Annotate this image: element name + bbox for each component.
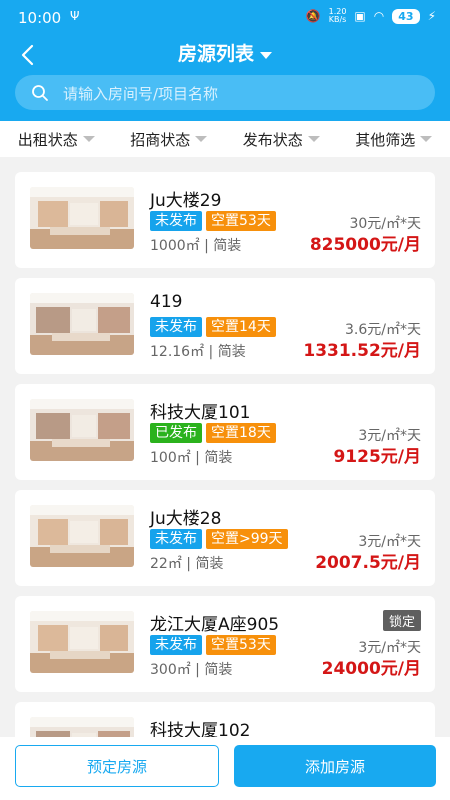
listing-name: 科技大厦102 — [150, 721, 251, 737]
nav-bar: 房源列表 — [0, 36, 450, 72]
listing-area: 1000㎡ — [150, 238, 200, 254]
status-bar: 10:00 Ψ 🔕 1.20 KB/s ▣ ◠ 43 ⚡ — [0, 0, 450, 36]
filter-bar: 出租状态 招商状态 发布状态 其他筛选 — [0, 121, 450, 157]
listing-decor: 简装 — [204, 662, 233, 678]
usb-icon: Ψ — [70, 9, 80, 23]
filter-label: 招商状态 — [130, 130, 191, 149]
listing-list: Ju大楼29 未发布 空置53天 1000㎡ | 简装 30元/㎡*天 8250… — [0, 157, 450, 737]
reserve-listing-button[interactable]: 预定房源 — [15, 745, 219, 787]
publish-status-badge: 未发布 — [150, 211, 202, 231]
listing-card[interactable]: 科技大厦102 — [15, 702, 435, 737]
page-title: 房源列表 — [177, 43, 254, 65]
add-listing-button[interactable]: 添加房源 — [234, 745, 436, 787]
listing-tags: 未发布 空置53天 — [150, 635, 276, 655]
filter-label: 其他筛选 — [355, 130, 416, 149]
mute-icon: 🔕 — [305, 9, 321, 23]
caret-down-icon — [260, 52, 272, 59]
listing-name: Ju大楼29 — [150, 191, 222, 211]
search-placeholder: 请输入房间号/项目名称 — [63, 85, 219, 103]
vacancy-badge: 空置53天 — [206, 635, 276, 655]
listing-area: 100㎡ — [150, 450, 191, 466]
monthly-rent: 1331.52元/月 — [303, 341, 421, 361]
search-input[interactable]: 请输入房间号/项目名称 — [15, 75, 435, 110]
caret-down-icon — [307, 136, 320, 142]
listing-decor: 简装 — [213, 238, 242, 254]
room-thumbnail — [30, 293, 134, 355]
bottom-action-bar: 预定房源 添加房源 — [0, 737, 450, 800]
listing-name: 419 — [150, 292, 183, 312]
listing-tags: 已发布 空置18天 — [150, 423, 276, 443]
listing-area-decor: 22㎡ | 简装 — [150, 556, 224, 572]
publish-status-badge: 未发布 — [150, 529, 202, 549]
listing-tags: 未发布 空置53天 — [150, 211, 276, 231]
caret-down-icon — [420, 136, 433, 142]
listing-card[interactable]: 科技大厦101 已发布 空置18天 100㎡ | 简装 3元/㎡*天 9125元… — [15, 384, 435, 480]
vacancy-badge: 空置14天 — [206, 317, 276, 337]
caret-down-icon — [82, 136, 95, 142]
listing-name: Ju大楼28 — [150, 509, 222, 529]
listing-area: 22㎡ — [150, 556, 182, 572]
listing-area-decor: 100㎡ | 简装 — [150, 450, 233, 466]
listing-decor: 简装 — [217, 344, 246, 360]
battery-level: 43 — [392, 8, 420, 24]
monthly-rent: 9125元/月 — [333, 447, 421, 467]
room-thumbnail — [30, 611, 134, 673]
room-thumbnail — [30, 399, 134, 461]
status-icons: 🔕 1.20 KB/s ▣ ◠ 43 ⚡ — [306, 8, 436, 24]
header-bar: 10:00 Ψ 🔕 1.20 KB/s ▣ ◠ 43 ⚡ 房源列表 请输入房间号/… — [0, 0, 450, 121]
listing-card[interactable]: Ju大楼29 未发布 空置53天 1000㎡ | 简装 30元/㎡*天 8250… — [15, 172, 435, 268]
caret-down-icon — [195, 136, 208, 142]
listing-tags: 未发布 空置14天 — [150, 317, 276, 337]
locked-badge: 锁定 — [382, 610, 421, 631]
listing-area-decor: 1000㎡ | 简装 — [150, 238, 242, 254]
publish-status-badge: 未发布 — [150, 317, 202, 337]
publish-status-badge: 已发布 — [150, 423, 202, 443]
filter-label: 发布状态 — [242, 130, 303, 149]
search-icon — [32, 85, 48, 101]
listing-area: 12.16㎡ — [150, 344, 205, 360]
monthly-rent: 2007.5元/月 — [315, 553, 421, 573]
charging-icon: ⚡ — [427, 9, 436, 23]
filter-leasing-status[interactable]: 招商状态 — [113, 121, 226, 157]
status-time: 10:00 — [18, 9, 62, 27]
publish-status-badge: 未发布 — [150, 635, 202, 655]
vacancy-badge: 空置18天 — [206, 423, 276, 443]
listing-name: 龙江大厦A座905 — [150, 615, 280, 635]
listing-decor: 简装 — [195, 556, 224, 572]
monthly-rent: 24000元/月 — [321, 659, 421, 679]
listing-name: 科技大厦101 — [150, 403, 251, 423]
room-thumbnail — [30, 505, 134, 567]
nfc-icon: ▣ — [354, 9, 366, 23]
listing-area: 300㎡ — [150, 662, 191, 678]
vacancy-badge: 空置53天 — [206, 211, 276, 231]
listing-card[interactable]: Ju大楼28 未发布 空置>99天 22㎡ | 简装 3元/㎡*天 2007.5… — [15, 490, 435, 586]
room-thumbnail — [30, 717, 134, 737]
listing-area-decor: 300㎡ | 简装 — [150, 662, 233, 678]
monthly-rent: 825000元/月 — [309, 235, 421, 255]
listing-decor: 简装 — [204, 450, 233, 466]
listing-card[interactable]: 419 未发布 空置14天 12.16㎡ | 简装 3.6元/㎡*天 1331.… — [15, 278, 435, 374]
filter-rent-status[interactable]: 出租状态 — [0, 121, 113, 157]
listing-area-decor: 12.16㎡ | 简装 — [150, 344, 246, 360]
listing-tags: 未发布 空置>99天 — [150, 529, 288, 549]
filter-label: 出租状态 — [17, 130, 78, 149]
filter-publish-status[interactable]: 发布状态 — [225, 121, 338, 157]
room-thumbnail — [30, 187, 134, 249]
data-rate: 1.20 KB/s — [328, 7, 347, 24]
title-dropdown[interactable]: 房源列表 — [0, 39, 450, 66]
listing-card[interactable]: 龙江大厦A座905 锁定 未发布 空置53天 300㎡ | 简装 3元/㎡*天 … — [15, 596, 435, 692]
filter-other[interactable]: 其他筛选 — [338, 121, 450, 157]
vacancy-badge: 空置>99天 — [206, 529, 288, 549]
wifi-icon: ◠ — [373, 9, 385, 23]
